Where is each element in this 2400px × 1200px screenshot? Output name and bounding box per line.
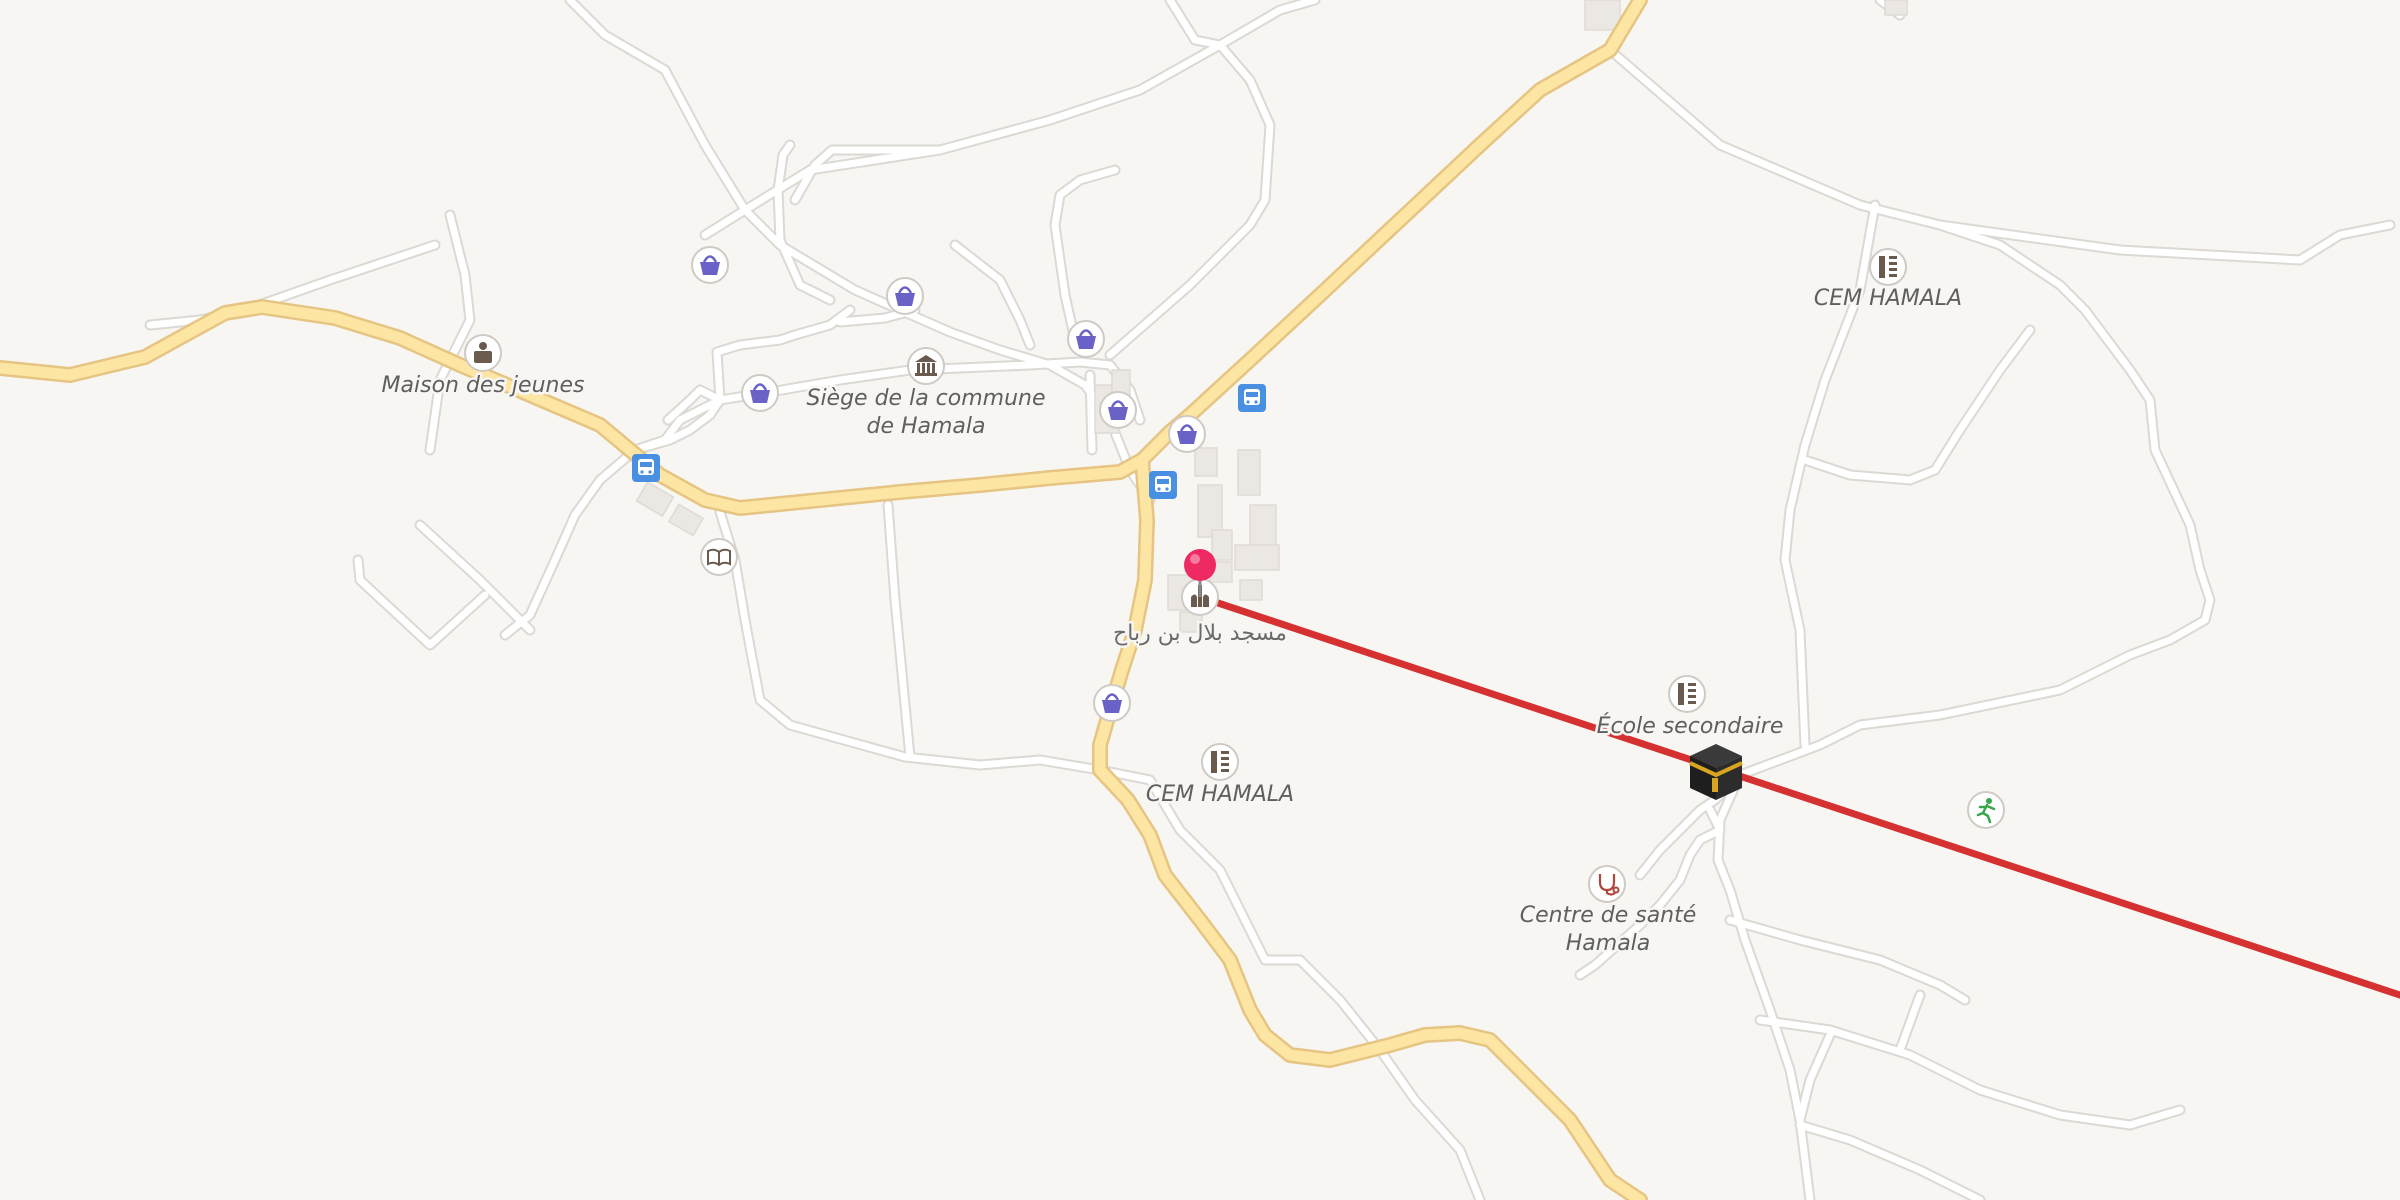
community-centre-icon[interactable] — [464, 334, 502, 372]
stethoscope-icon[interactable] — [1588, 865, 1626, 903]
centre-sante-label-line2: Hamala — [1566, 931, 1651, 956]
map-canvas[interactable]: Maison des jeunes Siège de la commune de… — [0, 0, 2400, 1200]
siege-commune-label-line1: Siège de la commune — [806, 386, 1045, 411]
school-icon[interactable] — [1668, 675, 1706, 713]
shop-icon[interactable] — [1093, 684, 1131, 722]
mosque-label: مسجد بلال بن رباح — [1113, 621, 1287, 646]
cem-hamala-label: CEM HAMALA — [1146, 782, 1294, 807]
bus-stop-icon[interactable] — [632, 454, 660, 482]
school-icon[interactable] — [1201, 743, 1239, 781]
bus-stop-icon[interactable] — [1238, 384, 1266, 412]
bus-stop-icon[interactable] — [1149, 471, 1177, 499]
open-book-icon[interactable] — [700, 538, 738, 576]
shop-icon[interactable] — [1099, 391, 1137, 429]
centre-sante-label-line1: Centre de santé — [1520, 903, 1697, 928]
shop-icon[interactable] — [1168, 415, 1206, 453]
running-person-icon[interactable] — [1967, 791, 2005, 829]
shop-icon[interactable] — [691, 246, 729, 284]
town-hall-icon[interactable] — [907, 347, 945, 385]
cem-hamala-ne-label: CEM HAMALA — [1814, 286, 1962, 311]
school-icon[interactable] — [1869, 248, 1907, 286]
shop-icon[interactable] — [886, 277, 924, 315]
shop-icon[interactable] — [1067, 320, 1105, 358]
ecole-secondaire-label: École secondaire — [1597, 713, 1784, 739]
maison-des-jeunes-label: Maison des jeunes — [382, 373, 585, 398]
shop-icon[interactable] — [741, 374, 779, 412]
siege-commune-label-line2: de Hamala — [866, 414, 985, 439]
kaaba-icon[interactable] — [1689, 744, 1743, 800]
